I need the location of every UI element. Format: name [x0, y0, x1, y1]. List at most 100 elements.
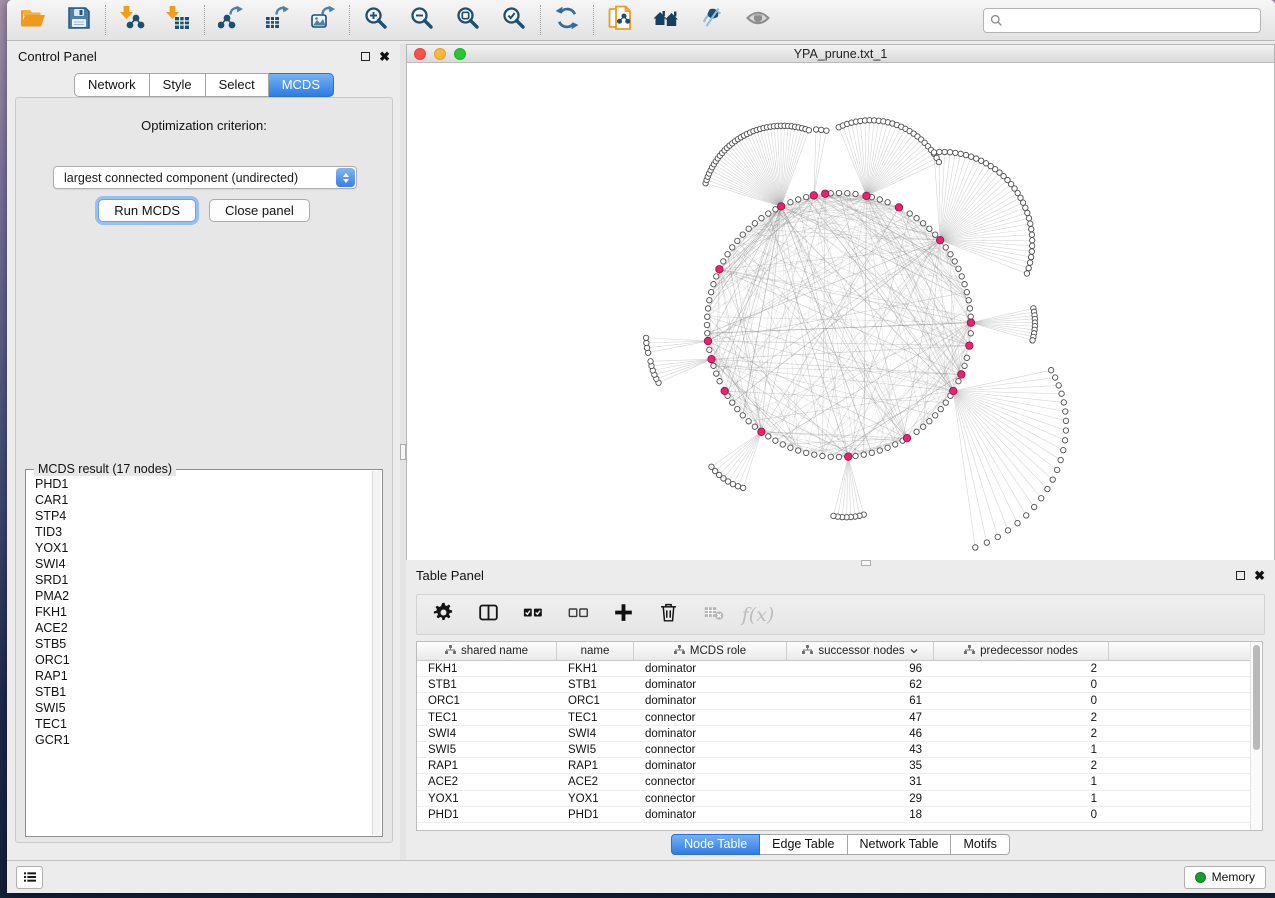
fan-node[interactable] [1030, 338, 1035, 343]
ring-node[interactable] [735, 406, 740, 411]
hub-node[interactable] [966, 342, 973, 349]
fan-node[interactable] [1054, 467, 1059, 472]
table-row[interactable]: PHD1PHD1dominator180 [417, 807, 1262, 823]
ring-node[interactable] [959, 274, 964, 279]
table-row[interactable]: ORC1ORC1dominator610 [417, 693, 1262, 709]
hide-graphics-details-button[interactable] [698, 6, 726, 34]
column-header-name[interactable]: name [557, 642, 634, 660]
mcds-result-item[interactable]: PMA2 [35, 588, 382, 604]
fan-node[interactable] [831, 513, 836, 518]
mcds-result-item[interactable]: CAR1 [35, 492, 382, 508]
ring-node[interactable] [717, 379, 722, 384]
run-mcds-button[interactable]: Run MCDS [98, 199, 196, 222]
ring-node[interactable] [746, 419, 751, 424]
fan-node[interactable] [819, 127, 824, 132]
fan-node[interactable] [824, 128, 829, 133]
hub-node[interactable] [721, 387, 728, 394]
fan-node[interactable] [1005, 528, 1010, 533]
fan-node[interactable] [643, 335, 648, 340]
zoom-fit-button[interactable] [454, 6, 482, 34]
ring-node[interactable] [707, 298, 712, 303]
ring-node[interactable] [740, 413, 745, 418]
fan-node[interactable] [958, 151, 963, 156]
ring-node[interactable] [907, 211, 912, 216]
save-session-button[interactable] [65, 6, 93, 34]
fan-node[interactable] [984, 540, 989, 545]
fan-node[interactable] [968, 154, 973, 159]
ring-node[interactable] [962, 282, 967, 287]
table-row[interactable]: STB1STB1dominator620 [417, 677, 1262, 693]
ring-node[interactable] [966, 298, 971, 303]
hub-node[interactable] [777, 203, 784, 210]
mcds-list-scrollbar[interactable] [372, 471, 381, 835]
ring-node[interactable] [877, 197, 882, 202]
tab-motifs[interactable]: Motifs [951, 834, 1009, 855]
mcds-result-item[interactable]: STB1 [35, 684, 382, 700]
ring-node[interactable] [836, 454, 841, 459]
hub-node[interactable] [903, 434, 910, 441]
fan-node[interactable] [1056, 383, 1061, 388]
ring-node[interactable] [759, 216, 764, 221]
fan-node[interactable] [1023, 205, 1028, 210]
ring-node[interactable] [730, 245, 735, 250]
ring-node[interactable] [766, 211, 771, 216]
ring-node[interactable] [735, 238, 740, 243]
table-splitter-handle[interactable] [861, 560, 871, 566]
fan-node[interactable] [648, 359, 653, 364]
bird-eye-view-button[interactable] [744, 6, 772, 34]
fan-node[interactable] [735, 484, 740, 489]
toggle-panel-columns-button[interactable] [476, 603, 500, 627]
fan-node[interactable] [995, 534, 1000, 539]
hub-node[interactable] [967, 319, 974, 326]
tab-node-table[interactable]: Node Table [671, 834, 760, 855]
mcds-result-item[interactable]: STB5 [35, 636, 382, 652]
ring-node[interactable] [803, 194, 808, 199]
ring-node[interactable] [952, 259, 957, 264]
hub-node[interactable] [895, 204, 902, 211]
ring-node[interactable] [893, 442, 898, 447]
ring-node[interactable] [920, 424, 925, 429]
ring-node[interactable] [704, 322, 709, 327]
zoom-selected-button[interactable] [500, 6, 528, 34]
column-header-successor-nodes[interactable]: successor nodes [787, 642, 934, 660]
ring-node[interactable] [927, 419, 932, 424]
fan-node[interactable] [1027, 260, 1032, 265]
ring-node[interactable] [948, 252, 953, 257]
hub-node[interactable] [716, 266, 723, 273]
ring-node[interactable] [714, 371, 719, 376]
fan-node[interactable] [1031, 504, 1036, 509]
close-panel-button[interactable]: Close panel [209, 199, 310, 222]
fan-node[interactable] [1030, 238, 1035, 243]
select-all-button[interactable] [521, 603, 545, 627]
fan-node[interactable] [740, 485, 745, 490]
tab-style[interactable]: Style [150, 73, 206, 97]
mcds-result-item[interactable]: TEC1 [35, 716, 382, 732]
table-scrollbar-track[interactable] [1250, 642, 1262, 830]
fan-node[interactable] [942, 149, 947, 154]
ring-node[interactable] [885, 200, 890, 205]
fan-node[interactable] [1028, 254, 1033, 259]
mcds-result-item[interactable]: YOX1 [35, 540, 382, 556]
hub-node[interactable] [950, 387, 957, 394]
fan-node[interactable] [937, 149, 942, 154]
hub-node[interactable] [822, 190, 829, 197]
search-input[interactable] [1008, 13, 1254, 27]
ring-node[interactable] [711, 363, 716, 368]
hub-node[interactable] [936, 236, 943, 243]
ring-node[interactable] [746, 226, 751, 231]
hub-node[interactable] [958, 371, 965, 378]
fan-node[interactable] [1026, 265, 1031, 270]
ring-node[interactable] [788, 445, 793, 450]
optimization-criterion-select[interactable]: largest connected component (undirected) [53, 166, 357, 189]
ring-node[interactable] [803, 450, 808, 455]
mcds-result-item[interactable]: SRD1 [35, 572, 382, 588]
hub-node[interactable] [708, 355, 715, 362]
mcds-result-item[interactable]: STP4 [35, 508, 382, 524]
ring-node[interactable] [752, 424, 757, 429]
table-scrollbar-thumb[interactable] [1253, 645, 1260, 750]
ring-node[interactable] [964, 355, 969, 360]
close-table-panel-icon[interactable]: ✖ [1254, 571, 1265, 580]
ring-node[interactable] [730, 400, 735, 405]
ring-node[interactable] [725, 252, 730, 257]
fan-node[interactable] [973, 545, 978, 550]
